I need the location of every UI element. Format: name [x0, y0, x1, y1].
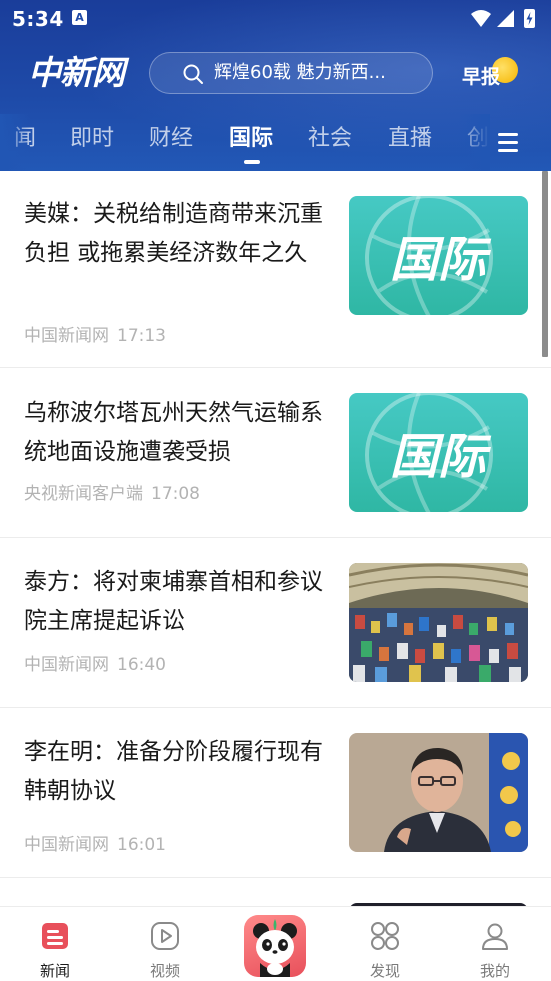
discover-icon — [371, 922, 399, 950]
panda-icon — [253, 919, 297, 977]
article-thumbnail: 国际 — [349, 196, 528, 315]
list-item[interactable] — [0, 878, 551, 906]
article-meta: 中国新闻网 16:40 — [24, 650, 166, 675]
app-header: 5:34 A 中新网 辉煌60载 魅力新西... 早报 闻 即时 财经 国际 社… — [0, 0, 551, 171]
nav-video[interactable]: 视频 — [110, 907, 220, 981]
list-item[interactable]: 乌称波尔塔瓦州天然气运输系统地面设施遭袭受损 央视新闻客户端 17:08 国际 — [0, 368, 551, 538]
search-placeholder: 辉煌60载 魅力新西... — [214, 62, 386, 83]
bottom-navigation: 新闻 视频 发现 我的 — [0, 906, 551, 981]
article-title: 乌称波尔塔瓦州天然气运输系统地面设施遭袭受损 — [24, 400, 323, 465]
article-time: 17:13 — [117, 326, 166, 346]
article-source: 中国新闻网 — [24, 835, 109, 855]
article-photo-portrait — [349, 733, 528, 852]
article-source: 央视新闻客户端 — [24, 484, 143, 504]
nav-discover-label: 发现 — [369, 962, 400, 980]
signal-icon — [497, 10, 514, 27]
globe-icon: 国际 — [365, 196, 493, 315]
thumb-label: 国际 — [390, 429, 492, 485]
menu-icon[interactable] — [490, 128, 526, 156]
article-photo-crowd — [349, 563, 528, 682]
article-meta: 中国新闻网 16:01 — [24, 830, 166, 855]
article-meta: 央视新闻客户端 17:08 — [24, 479, 200, 504]
status-icons — [471, 9, 535, 28]
status-bar: 5:34 A — [0, 0, 551, 36]
feed-scrollbar[interactable] — [542, 171, 548, 357]
nav-news[interactable]: 新闻 — [0, 907, 110, 981]
active-tab-indicator — [244, 160, 260, 164]
morning-brief-label: 早报 — [462, 66, 501, 88]
thumb-label: 国际 — [390, 232, 492, 288]
nav-video-label: 视频 — [149, 962, 180, 980]
list-item[interactable]: 泰方：将对柬埔寨首相和参议院主席提起诉讼 中国新闻网 16:40 — [0, 538, 551, 708]
category-tabs: 闻 即时 财经 国际 社会 直播 创 — [0, 114, 551, 171]
tab-instant[interactable]: 即时 — [70, 124, 114, 154]
app-logo: 中新网 — [28, 53, 125, 92]
search-bar[interactable]: 辉煌60载 魅力新西... — [149, 52, 433, 94]
news-feed[interactable]: 美媒：关税给制造商带来沉重负担 或拖累美经济数年之久 中国新闻网 17:13 国际… — [0, 171, 551, 906]
article-time: 16:40 — [117, 655, 166, 675]
article-title: 美媒：关税给制造商带来沉重负担 或拖累美经济数年之久 — [24, 201, 323, 266]
article-time: 16:01 — [117, 835, 166, 855]
search-icon — [183, 64, 203, 84]
article-title: 泰方：将对柬埔寨首相和参议院主席提起诉讼 — [24, 569, 323, 634]
list-item[interactable]: 李在明：准备分阶段履行现有韩朝协议 中国新闻网 16:01 — [0, 708, 551, 878]
panda-center-button[interactable] — [244, 915, 306, 977]
globe-icon: 国际 — [365, 393, 493, 512]
list-item[interactable]: 美媒：关税给制造商带来沉重负担 或拖累美经济数年之久 中国新闻网 17:13 国际 — [0, 171, 551, 368]
nav-profile[interactable]: 我的 — [440, 907, 550, 981]
morning-brief-button[interactable]: 早报 — [462, 54, 522, 94]
article-meta: 中国新闻网 17:13 — [24, 321, 166, 346]
nav-discover[interactable]: 发现 — [330, 907, 440, 981]
article-source: 中国新闻网 — [24, 655, 109, 675]
nav-profile-label: 我的 — [479, 962, 510, 980]
tab-finance[interactable]: 财经 — [149, 124, 193, 154]
nav-news-label: 新闻 — [39, 962, 70, 980]
article-title: 李在明：准备分阶段履行现有韩朝协议 — [24, 739, 323, 804]
news-icon — [42, 923, 68, 949]
profile-icon — [482, 923, 508, 950]
article-time: 17:08 — [151, 484, 200, 504]
tab-international[interactable]: 国际 — [229, 124, 273, 154]
article-thumbnail: 国际 — [349, 393, 528, 512]
video-icon — [151, 922, 179, 950]
wifi-icon — [471, 10, 491, 27]
tab-society[interactable]: 社会 — [308, 124, 352, 154]
notification-icon: A — [72, 10, 87, 25]
article-source: 中国新闻网 — [24, 326, 109, 346]
status-time: 5:34 — [12, 7, 64, 31]
tab-live[interactable]: 直播 — [388, 124, 432, 154]
